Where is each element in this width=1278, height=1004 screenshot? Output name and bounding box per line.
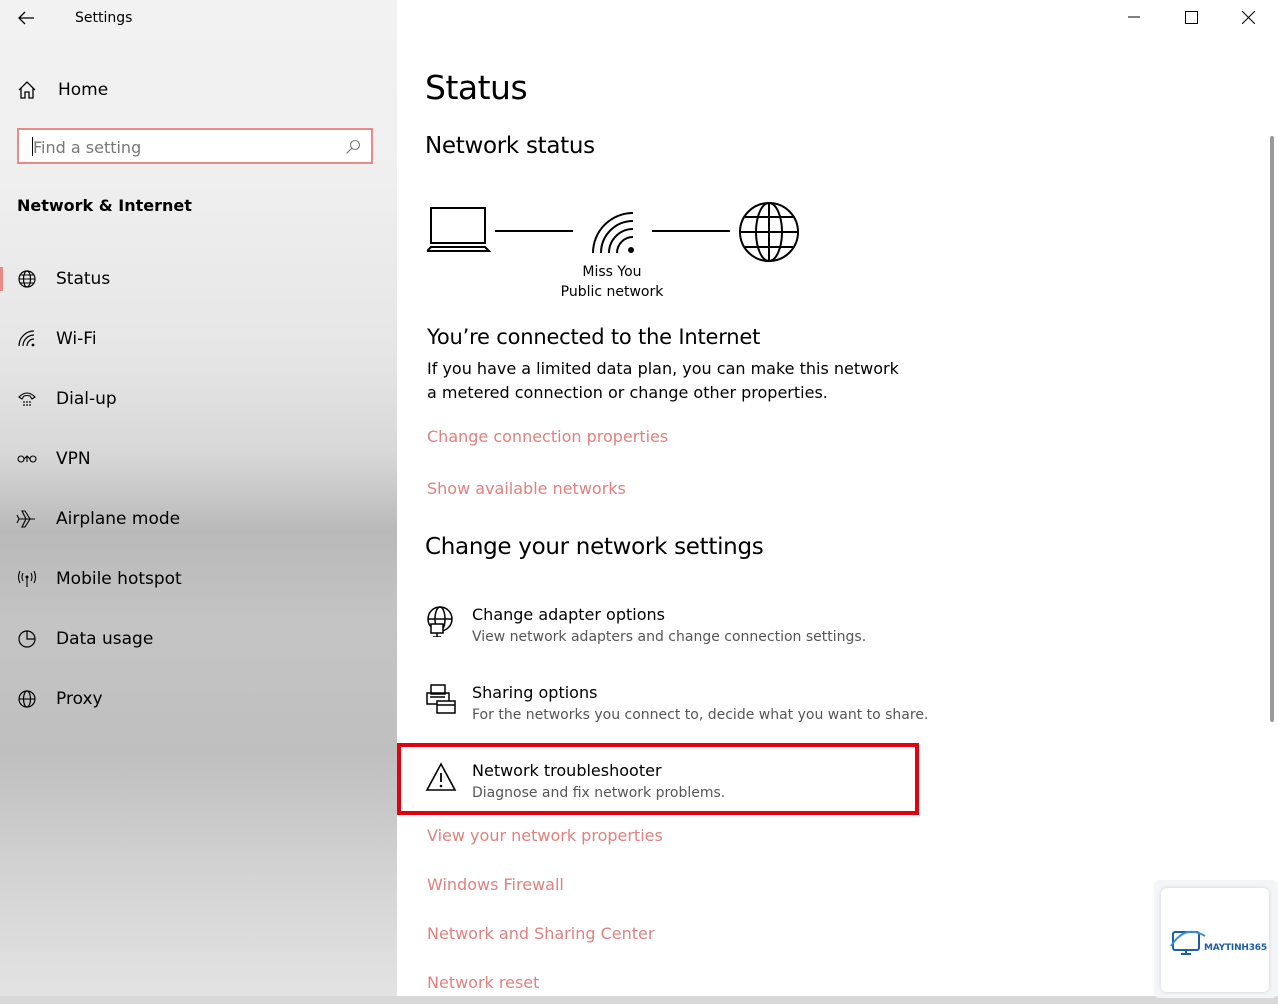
sharing-options[interactable]: Sharing options For the networks you con… bbox=[425, 683, 928, 743]
text-caret bbox=[32, 137, 33, 156]
view-network-properties-link[interactable]: View your network properties bbox=[427, 826, 663, 845]
option-description: View network adapters and change connect… bbox=[472, 629, 867, 645]
sidebar-item-label: VPN bbox=[56, 449, 91, 469]
wifi-signal-icon bbox=[592, 212, 634, 254]
network-status-heading: Network status bbox=[425, 133, 595, 159]
laptop-icon bbox=[424, 207, 492, 252]
app-title: Settings bbox=[75, 10, 133, 26]
network-sharing-center-link[interactable]: Network and Sharing Center bbox=[427, 924, 654, 943]
data-usage-icon bbox=[16, 628, 38, 650]
sidebar-item-label: Dial-up bbox=[56, 389, 117, 409]
home-nav-item[interactable]: Home bbox=[16, 78, 108, 102]
network-diagram: Miss You Public network bbox=[424, 198, 807, 308]
search-input[interactable] bbox=[31, 130, 335, 164]
wifi-icon bbox=[16, 328, 38, 350]
sharing-icon bbox=[425, 683, 457, 715]
change-network-settings-heading: Change your network settings bbox=[425, 534, 764, 560]
network-name: Miss You bbox=[582, 264, 642, 280]
sidebar: Settings Home Network & Internet Status … bbox=[0, 0, 397, 1004]
network-type: Public network bbox=[560, 284, 664, 300]
home-label: Home bbox=[58, 80, 109, 100]
sidebar-item-wifi[interactable]: Wi-Fi bbox=[0, 319, 397, 359]
watermark-card: MAYTINH365 bbox=[1161, 888, 1269, 992]
section-title: Network & Internet bbox=[17, 196, 192, 215]
sidebar-item-dialup[interactable]: Dial-up bbox=[0, 379, 397, 419]
monitor-logo-icon bbox=[1170, 930, 1206, 955]
active-indicator bbox=[0, 267, 3, 291]
page-title: Status bbox=[425, 68, 528, 107]
main-content: Status Network status Miss You Public ne… bbox=[397, 0, 1278, 1004]
sidebar-item-data-usage[interactable]: Data usage bbox=[0, 619, 397, 659]
sidebar-item-label: Proxy bbox=[56, 689, 103, 709]
sidebar-item-status[interactable]: Status bbox=[0, 259, 397, 299]
change-connection-properties-link[interactable]: Change connection properties bbox=[427, 427, 668, 446]
show-available-networks-link[interactable]: Show available networks bbox=[427, 479, 626, 498]
sidebar-item-label: Wi-Fi bbox=[56, 329, 97, 349]
highlight-annotation-box bbox=[397, 743, 919, 815]
change-adapter-options[interactable]: Change adapter options View network adap… bbox=[425, 605, 905, 665]
watermark-logo: MAYTINH365 bbox=[1154, 880, 1278, 998]
scrollbar[interactable] bbox=[1270, 136, 1274, 722]
sidebar-item-label: Data usage bbox=[56, 629, 154, 649]
network-reset-link[interactable]: Network reset bbox=[427, 973, 539, 992]
option-description: For the networks you connect to, decide … bbox=[472, 707, 929, 723]
home-icon bbox=[18, 81, 36, 99]
sidebar-item-vpn[interactable]: VPN bbox=[0, 439, 397, 479]
windows-firewall-link[interactable]: Windows Firewall bbox=[427, 875, 564, 894]
option-title: Sharing options bbox=[472, 683, 598, 702]
sidebar-item-label: Status bbox=[56, 269, 111, 289]
connection-status-description: If you have a limited data plan, you can… bbox=[427, 359, 899, 402]
sidebar-item-label: Airplane mode bbox=[56, 509, 181, 529]
dialup-icon bbox=[16, 388, 38, 410]
network-diagram-graphic bbox=[424, 202, 799, 262]
hotspot-icon bbox=[16, 568, 38, 590]
taskbar-edge bbox=[0, 996, 1278, 1004]
internet-globe-icon bbox=[739, 202, 799, 262]
globe-icon bbox=[16, 268, 38, 290]
option-title: Change adapter options bbox=[472, 605, 665, 624]
sidebar-item-airplane-mode[interactable]: Airplane mode bbox=[0, 499, 397, 539]
watermark-brand: MAYTINH365 bbox=[1204, 943, 1267, 953]
sidebar-item-label: Mobile hotspot bbox=[56, 569, 182, 589]
search-icon[interactable] bbox=[345, 139, 361, 155]
adapter-icon bbox=[425, 605, 457, 638]
vpn-icon bbox=[16, 448, 38, 470]
back-arrow-icon bbox=[18, 11, 34, 25]
back-button[interactable] bbox=[14, 6, 40, 30]
sidebar-item-mobile-hotspot[interactable]: Mobile hotspot bbox=[0, 559, 397, 599]
sidebar-item-proxy[interactable]: Proxy bbox=[0, 679, 397, 719]
globe-icon bbox=[16, 688, 38, 710]
connection-status-title: You’re connected to the Internet bbox=[427, 325, 761, 349]
airplane-icon bbox=[16, 508, 38, 530]
search-box[interactable] bbox=[17, 128, 373, 164]
